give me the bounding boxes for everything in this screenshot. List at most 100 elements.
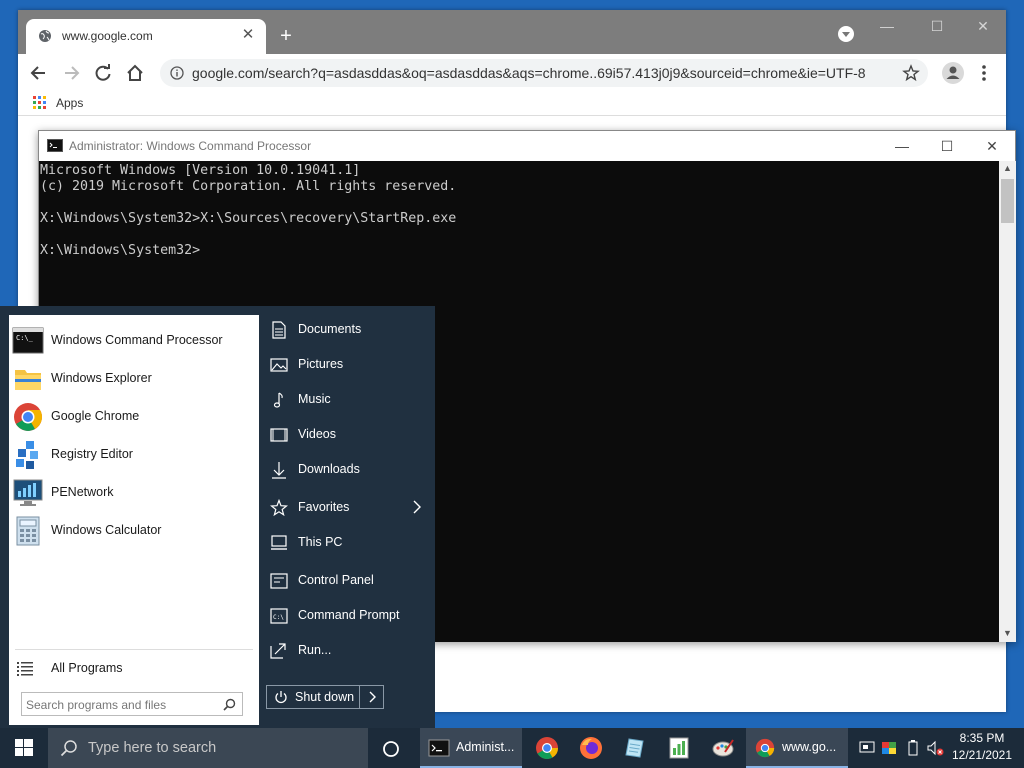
- browser-tab[interactable]: www.google.com ✕: [26, 19, 266, 54]
- start-item-label: Downloads: [298, 462, 360, 476]
- chrome-icon[interactable]: [535, 736, 559, 760]
- start-item-label: Documents: [298, 322, 362, 336]
- search-icon[interactable]: [223, 698, 236, 711]
- program-label: PENetwork: [51, 485, 114, 499]
- home-icon[interactable]: [124, 62, 146, 84]
- start-item-label: Run...: [298, 643, 332, 657]
- start-item-this-pc[interactable]: This PC: [262, 528, 432, 558]
- clock[interactable]: 8:35 PM 12/21/2021: [944, 730, 1020, 766]
- cmd-icon: C:\_: [12, 327, 44, 354]
- close-window-icon[interactable]: ✕: [970, 16, 996, 36]
- minimize-icon[interactable]: —: [874, 16, 900, 36]
- run-icon: [270, 643, 286, 659]
- program-calculator[interactable]: Windows Calculator: [9, 513, 259, 549]
- program-cmd[interactable]: C:\_ Windows Command Processor: [9, 323, 259, 359]
- command-prompt-icon: C:\: [270, 608, 288, 624]
- battery-icon[interactable]: [904, 738, 922, 758]
- new-tab-button[interactable]: +: [274, 24, 298, 48]
- start-item-videos[interactable]: Videos: [262, 420, 432, 450]
- tab-search-icon[interactable]: [838, 26, 854, 42]
- chevron-right-icon[interactable]: [365, 689, 379, 705]
- start-item-label: Music: [298, 392, 331, 406]
- start-item-music[interactable]: Music: [262, 385, 432, 415]
- program-chrome[interactable]: Google Chrome: [9, 399, 259, 435]
- start-item-label: Pictures: [298, 357, 344, 371]
- forward-icon[interactable]: [60, 62, 82, 84]
- volume-muted-icon[interactable]: [926, 738, 944, 758]
- shutdown-button[interactable]: Shut down: [266, 685, 384, 709]
- star-icon: [270, 499, 288, 517]
- back-icon[interactable]: [28, 62, 50, 84]
- taskbar-item-cmd[interactable]: Administ...: [420, 728, 522, 768]
- taskbar-item-chrome[interactable]: www.go...: [746, 728, 848, 768]
- network-icon: [13, 479, 43, 506]
- taskbar-item-label: Administ...: [456, 740, 515, 754]
- console-line: Microsoft Windows [Version 10.0.19041.1]: [40, 163, 361, 178]
- scroll-thumb[interactable]: [1001, 179, 1014, 223]
- start-button[interactable]: [0, 728, 48, 768]
- program-label: Windows Command Processor: [51, 333, 223, 347]
- cmd-title-bar[interactable]: Administrator: Windows Command Processor…: [39, 131, 1015, 161]
- svg-text:C:\: C:\: [273, 614, 284, 621]
- cmd-minimize-icon[interactable]: —: [887, 135, 917, 157]
- program-label: Windows Calculator: [51, 523, 162, 537]
- maximize-icon[interactable]: ☐: [924, 16, 950, 36]
- folder-icon: [15, 370, 41, 390]
- address-bar[interactable]: google.com/search?q=asdasddas&oq=asdasdd…: [160, 59, 928, 87]
- start-item-documents[interactable]: Documents: [262, 315, 432, 345]
- taskbar-search-placeholder: Type here to search: [88, 740, 217, 756]
- bookmarks-bar: Apps: [18, 92, 1006, 116]
- chrome-icon: [14, 403, 42, 431]
- start-item-run[interactable]: Run...: [262, 636, 432, 666]
- program-label: Windows Explorer: [51, 371, 152, 385]
- start-search-box[interactable]: [21, 692, 243, 716]
- reload-icon[interactable]: [92, 62, 114, 84]
- calculator-icon: [16, 516, 40, 546]
- paint-icon[interactable]: [711, 736, 735, 760]
- start-item-pictures[interactable]: Pictures: [262, 350, 432, 380]
- start-menu: C:\_ Windows Command Processor Windows E…: [0, 306, 435, 728]
- start-item-label: This PC: [298, 535, 343, 549]
- taskbar-item-label: www.go...: [782, 740, 837, 754]
- program-penetwork[interactable]: PENetwork: [9, 475, 259, 511]
- console-line: X:\Windows\System32>X:\Sources\recovery\…: [40, 211, 457, 226]
- tab-title: www.google.com: [62, 29, 153, 43]
- task-view-icon[interactable]: [380, 738, 402, 760]
- chrome-icon: [755, 738, 775, 758]
- chrome-tab-strip: www.google.com ✕ + — ☐ ✕: [18, 10, 1006, 54]
- cmd-scrollbar[interactable]: ▲ ▼: [999, 161, 1016, 642]
- scroll-down-icon[interactable]: ▼: [1002, 628, 1013, 640]
- start-item-command-prompt[interactable]: C:\ Command Prompt: [262, 601, 432, 631]
- start-item-favorites[interactable]: Favorites: [262, 493, 432, 523]
- menu-kebab-icon[interactable]: [976, 62, 992, 84]
- color-settings-icon[interactable]: [880, 738, 898, 758]
- bookmark-star-icon[interactable]: [902, 64, 920, 82]
- cmd-maximize-icon[interactable]: ☐: [932, 135, 962, 157]
- notepad-icon[interactable]: [623, 736, 647, 760]
- start-item-downloads[interactable]: Downloads: [262, 455, 432, 485]
- scroll-up-icon[interactable]: ▲: [1002, 163, 1013, 175]
- cmd-icon: [428, 739, 450, 757]
- url-text: google.com/search?q=asdasddas&oq=asdasdd…: [192, 65, 866, 81]
- all-programs-button[interactable]: All Programs: [9, 655, 259, 683]
- start-search-input[interactable]: [26, 696, 212, 713]
- program-explorer[interactable]: Windows Explorer: [9, 361, 259, 397]
- cmd-close-icon[interactable]: ✕: [977, 135, 1007, 157]
- info-icon[interactable]: [170, 66, 184, 80]
- firefox-icon[interactable]: [579, 736, 603, 760]
- spreadsheet-icon[interactable]: [667, 736, 691, 760]
- program-label: Registry Editor: [51, 447, 133, 461]
- apps-bookmark[interactable]: Apps: [56, 96, 83, 110]
- shutdown-label: Shut down: [295, 690, 355, 704]
- display-icon[interactable]: [858, 738, 876, 758]
- search-icon: [60, 740, 77, 757]
- profile-avatar-icon[interactable]: [942, 62, 964, 84]
- start-item-control-panel[interactable]: Control Panel: [262, 566, 432, 596]
- apps-grid-icon[interactable]: [33, 96, 47, 110]
- start-item-label: Videos: [298, 427, 336, 441]
- close-tab-icon[interactable]: ✕: [238, 25, 258, 45]
- program-registry[interactable]: Registry Editor: [9, 437, 259, 473]
- taskbar-search-box[interactable]: Type here to search: [48, 728, 368, 768]
